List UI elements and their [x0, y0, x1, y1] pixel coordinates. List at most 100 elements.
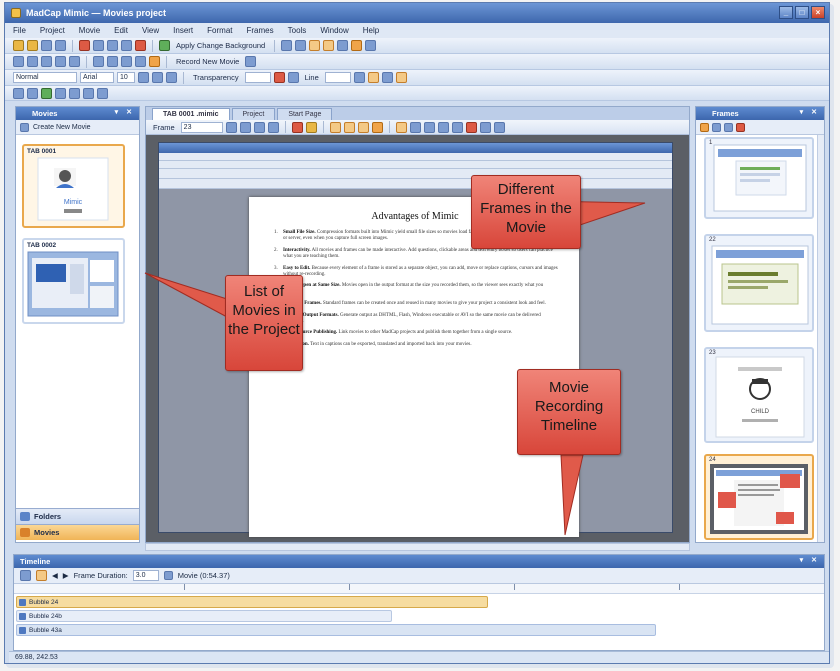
editor-tool-icon[interactable]: [479, 121, 491, 133]
line-width-field[interactable]: [324, 72, 351, 83]
next-frame-icon[interactable]: [55, 56, 66, 67]
italic-icon[interactable]: [152, 72, 163, 83]
editor-tool-icon[interactable]: [371, 121, 383, 133]
frame-tool-icon[interactable]: [736, 122, 745, 132]
underline-icon[interactable]: [166, 72, 177, 83]
menu-insert[interactable]: Insert: [173, 26, 193, 35]
hand-tool-icon[interactable]: [27, 87, 38, 99]
line-color-icon[interactable]: [287, 72, 299, 83]
movie-thumbnail-2[interactable]: TAB 0002: [22, 238, 125, 324]
align-center-icon[interactable]: [367, 72, 379, 83]
frames-scrollbar[interactable]: [817, 135, 824, 542]
menu-project[interactable]: Project: [40, 26, 65, 35]
editor-tool-icon[interactable]: [451, 121, 463, 133]
duration-stepper-icon[interactable]: [163, 571, 173, 580]
layout-icon[interactable]: [395, 72, 407, 83]
tab-start-page[interactable]: Start Page: [277, 108, 333, 120]
editor-tool-icon[interactable]: [305, 121, 317, 133]
editor-tool-icon[interactable]: [329, 121, 341, 133]
editor-tool-icon[interactable]: [395, 121, 407, 133]
editor-tool-icon[interactable]: [493, 121, 505, 133]
align-right-icon[interactable]: [381, 72, 393, 83]
editor-tool-icon[interactable]: [267, 121, 279, 133]
tab-project[interactable]: Project: [231, 108, 276, 120]
font-select[interactable]: Arial: [80, 72, 114, 83]
frame-thumbnail-23[interactable]: 23 CHILD: [704, 347, 814, 443]
frame-number-field[interactable]: 23: [180, 121, 223, 133]
menu-edit[interactable]: Edit: [114, 26, 128, 35]
new-icon[interactable]: [13, 40, 24, 51]
arrow-tool-icon[interactable]: [97, 87, 108, 99]
editor-tool-icon[interactable]: [437, 121, 449, 133]
menu-tools[interactable]: Tools: [288, 26, 307, 35]
timeline-track[interactable]: Bubble 24b: [16, 610, 392, 622]
frame-tool-icon[interactable]: [712, 122, 721, 132]
timeline-ruler[interactable]: [14, 584, 824, 594]
menu-format[interactable]: Format: [207, 26, 232, 35]
maximize-button[interactable]: □: [795, 6, 809, 19]
frame-thumbnail-1[interactable]: 1: [704, 137, 814, 219]
zoom-icon[interactable]: [365, 40, 377, 51]
frame-duration-field[interactable]: 3.0: [132, 570, 159, 581]
frame-thumbnail-24[interactable]: 24: [704, 454, 814, 540]
nav-movies[interactable]: Movies: [16, 524, 139, 540]
editor-tool-icon[interactable]: [343, 121, 355, 133]
editor-tool-icon[interactable]: [291, 121, 303, 133]
first-frame-icon[interactable]: [13, 56, 24, 67]
insert-bubble-icon[interactable]: [149, 56, 160, 67]
change-background-button[interactable]: Apply Change Background: [173, 41, 268, 50]
minimize-button[interactable]: _: [779, 6, 793, 19]
menu-frames[interactable]: Frames: [247, 26, 274, 35]
save-icon[interactable]: [41, 40, 52, 51]
menu-view[interactable]: View: [142, 26, 159, 35]
ellipse-tool-icon[interactable]: [55, 87, 66, 99]
play-forward-icon[interactable]: ▶: [63, 571, 69, 580]
paste-icon[interactable]: [121, 40, 132, 51]
timeline-zoom-icon[interactable]: [20, 570, 31, 581]
create-new-movie-button[interactable]: Create New Movie: [33, 124, 91, 131]
preview-icon[interactable]: [351, 40, 363, 51]
select-tool-icon[interactable]: [13, 87, 24, 99]
insert-image-icon[interactable]: [121, 56, 132, 67]
copy-icon[interactable]: [107, 40, 118, 51]
insert-shape-icon[interactable]: [135, 56, 146, 67]
editor-tool-icon[interactable]: [357, 121, 369, 133]
line-tool-icon[interactable]: [69, 87, 80, 99]
play-back-icon[interactable]: ◀: [52, 571, 58, 580]
redo-icon[interactable]: [295, 40, 307, 51]
align-left-icon[interactable]: [353, 72, 365, 83]
view-normal-icon[interactable]: [309, 40, 321, 51]
rectangle-tool-icon[interactable]: [41, 87, 52, 99]
editor-horizontal-scrollbar[interactable]: [145, 543, 690, 551]
font-size-select[interactable]: 10: [117, 72, 135, 83]
editor-tool-icon[interactable]: [253, 121, 265, 133]
menu-file[interactable]: File: [13, 26, 26, 35]
frame-thumbnail-22[interactable]: 22: [704, 234, 814, 332]
style-select[interactable]: Normal: [13, 72, 77, 83]
panel-controls[interactable]: ▾ ✕: [800, 556, 820, 564]
editor-tool-icon[interactable]: [239, 121, 251, 133]
transparency-field[interactable]: [244, 72, 271, 83]
insert-frame-icon[interactable]: [93, 56, 104, 67]
frame-tool-icon[interactable]: [700, 122, 709, 132]
editor-tool-icon[interactable]: [465, 121, 477, 133]
tab-movie[interactable]: TAB 0001 .mimic: [152, 108, 230, 120]
nav-folders[interactable]: Folders: [16, 508, 139, 524]
bold-icon[interactable]: [138, 72, 149, 83]
capture-icon[interactable]: [245, 56, 257, 67]
undo-icon[interactable]: [281, 40, 293, 51]
movie-thumbnail-1[interactable]: TAB 0001 Mimic: [22, 144, 125, 228]
insert-caption-icon[interactable]: [107, 56, 118, 67]
timeline-track[interactable]: Bubble 43a: [16, 624, 656, 636]
menu-help[interactable]: Help: [363, 26, 379, 35]
frame-tool-icon[interactable]: [724, 122, 733, 132]
timeline-select-icon[interactable]: [36, 570, 47, 581]
timeline-track[interactable]: Bubble 24: [16, 596, 488, 608]
change-background-icon[interactable]: [159, 40, 170, 51]
menu-window[interactable]: Window: [320, 26, 348, 35]
text-tool-icon[interactable]: [83, 87, 94, 99]
delete-icon[interactable]: [135, 40, 146, 51]
view-frame-icon[interactable]: [323, 40, 335, 51]
open-icon[interactable]: [27, 40, 38, 51]
view-grid-icon[interactable]: [337, 40, 349, 51]
